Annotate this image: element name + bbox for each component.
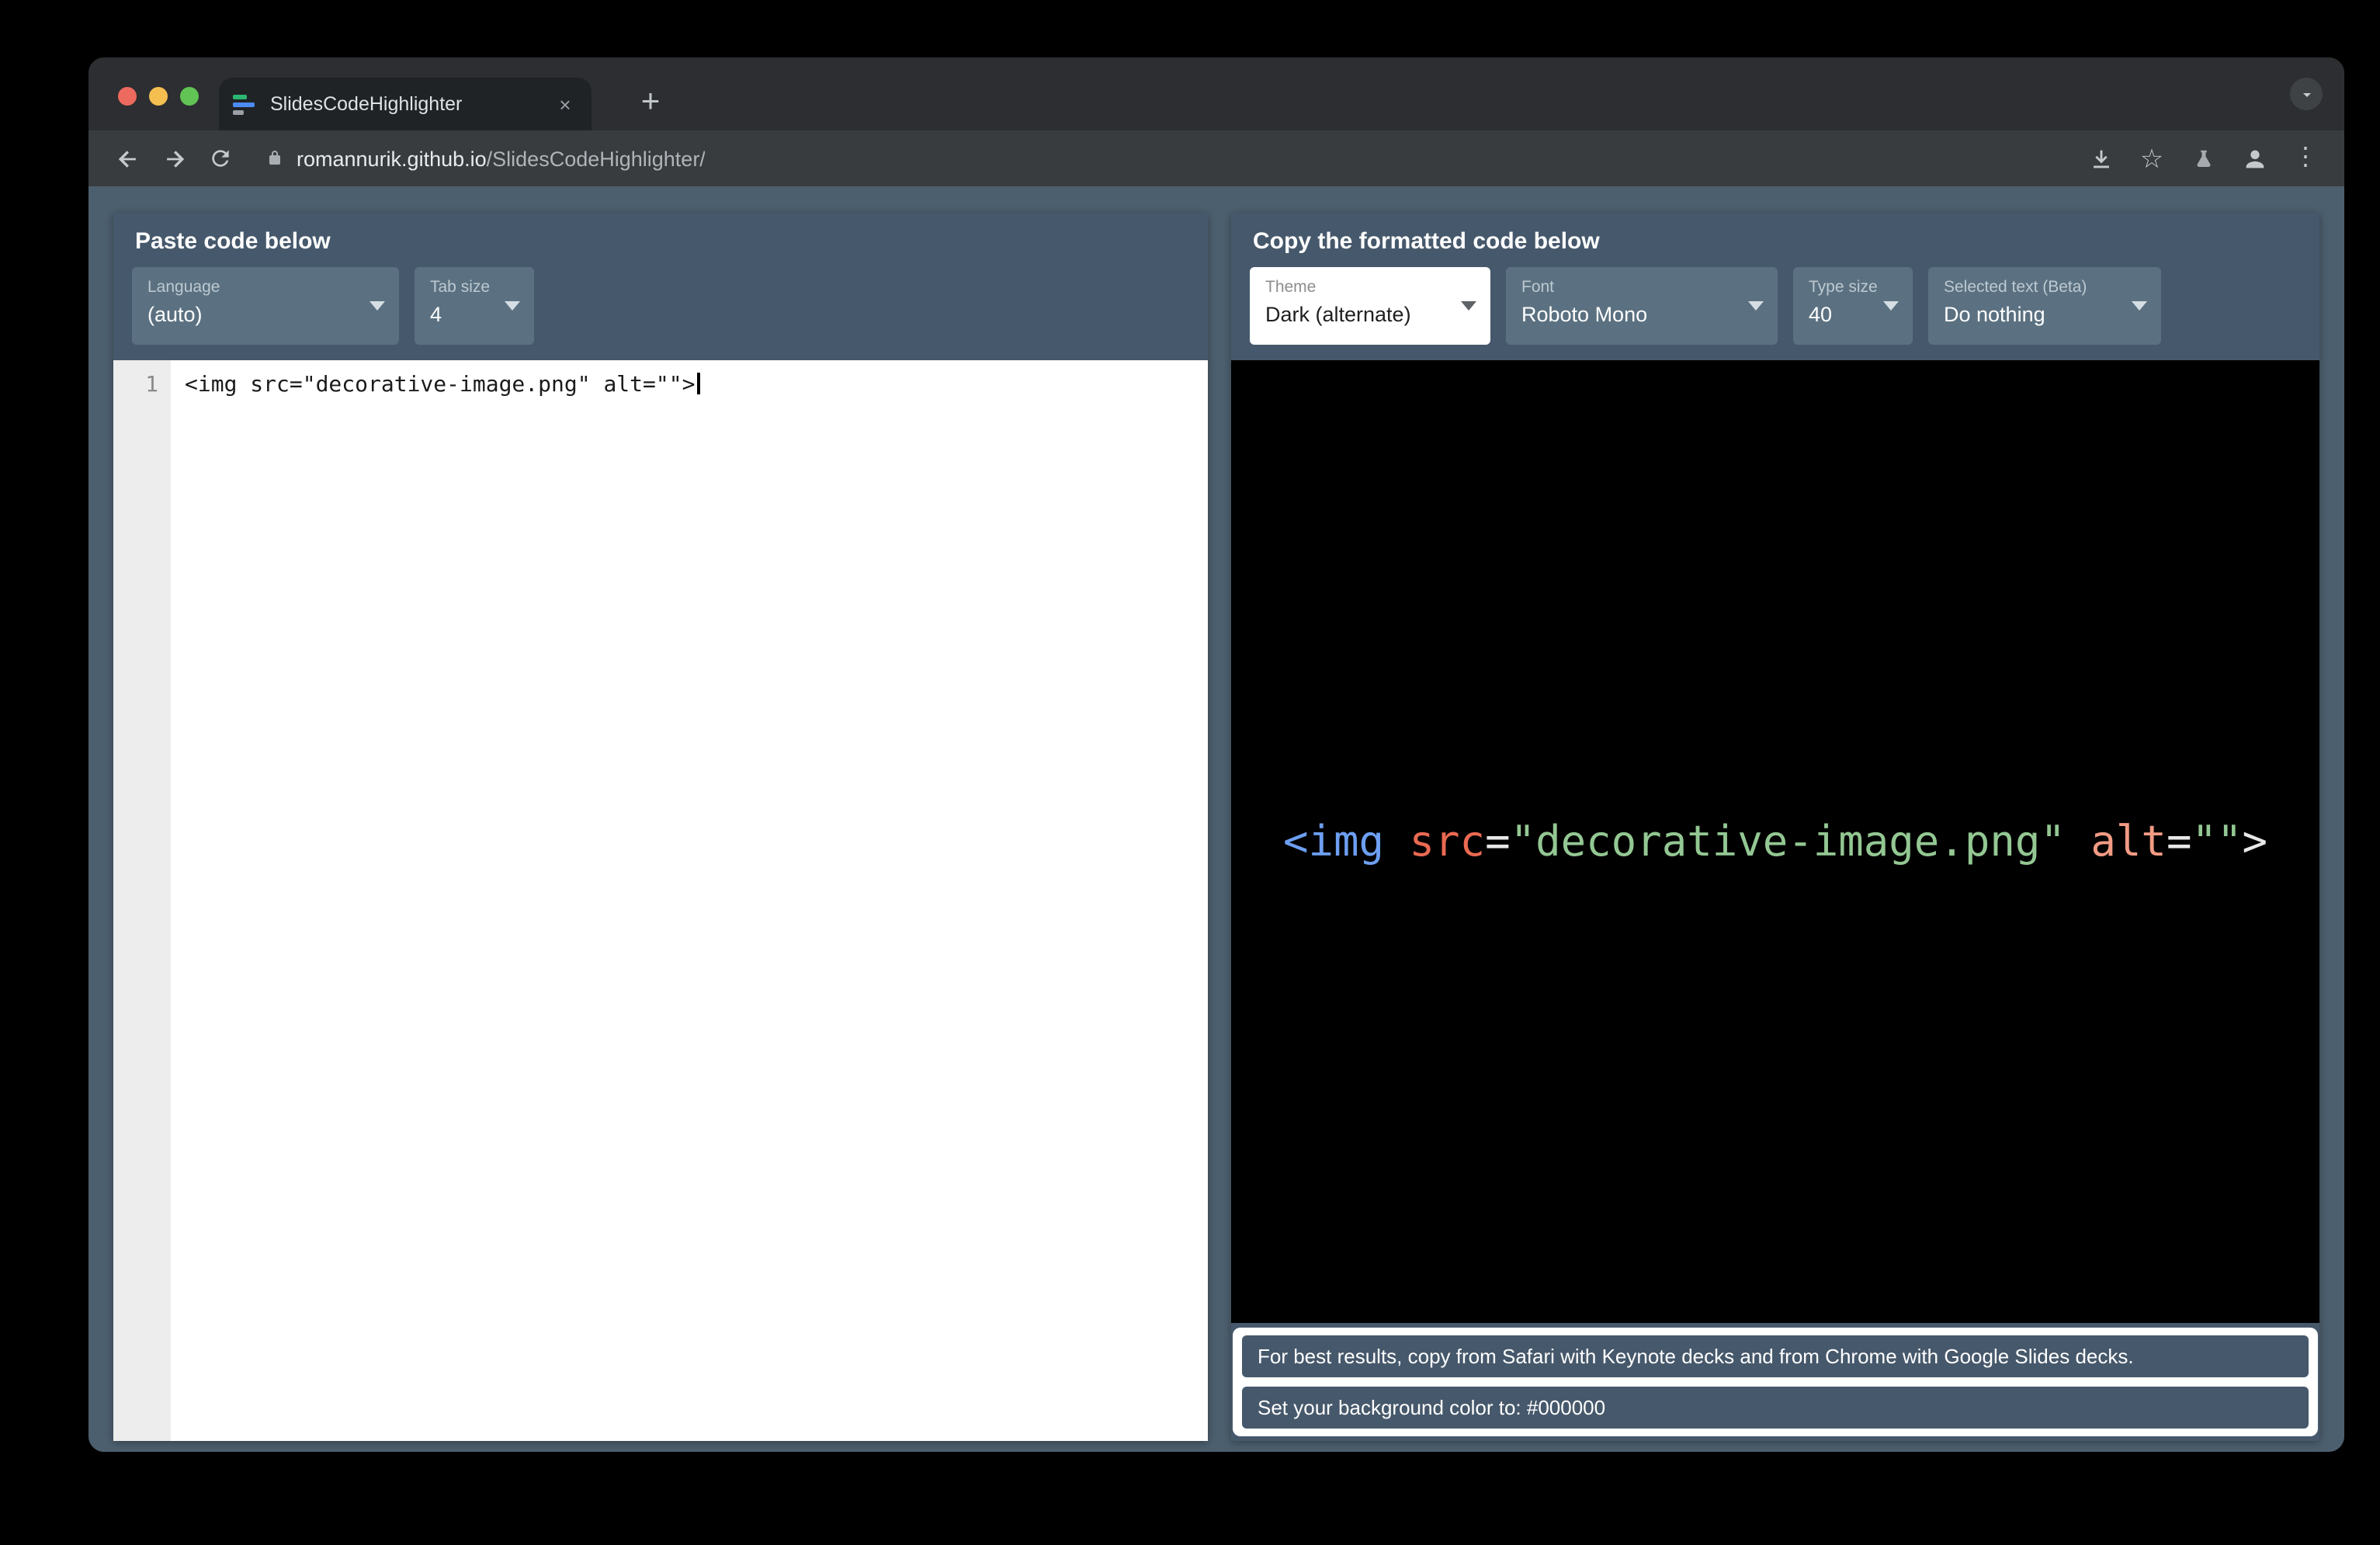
close-window-button[interactable] (118, 87, 137, 106)
window-controls (118, 87, 199, 106)
theme-label: Theme (1265, 278, 1317, 297)
extension-button[interactable] (2183, 138, 2223, 179)
code-token: > (2242, 818, 2268, 866)
profile-button[interactable] (2234, 138, 2274, 179)
address-bar[interactable]: romannurik.github.io/SlidesCodeHighlight… (265, 147, 2080, 170)
formatted-preview[interactable]: <img src="decorative-image.png" alt=""> (1231, 360, 2319, 1323)
url-path: /SlidesCodeHighlighter/ (486, 147, 706, 170)
chevron-down-icon (2302, 92, 2310, 96)
text-cursor (696, 373, 700, 394)
minimize-window-button[interactable] (149, 87, 168, 106)
new-tab-button[interactable]: + (629, 81, 672, 124)
tab-favicon (233, 92, 258, 116)
theme-value: Dark (alternate) (1265, 303, 1411, 326)
back-button[interactable] (107, 138, 147, 179)
messages-container: For best results, copy from Safari with … (1233, 1328, 2318, 1436)
code-token: <img (1282, 818, 1384, 866)
font-label: Font (1521, 278, 1555, 297)
reload-button[interactable] (200, 138, 241, 179)
forward-arrow-icon (166, 150, 184, 167)
code-token: "" (2191, 818, 2243, 866)
preview-code: <img src="decorative-image.png" alt=""> (1283, 818, 2267, 866)
url-text: romannurik.github.io/SlidesCodeHighlight… (297, 147, 706, 170)
person-icon (2245, 149, 2264, 168)
message-bar: Set your background color to: #000000 (1242, 1387, 2309, 1429)
code-token: "decorative-image.png" (1510, 818, 2066, 866)
editor-gutter: 1 (113, 360, 171, 1441)
reload-icon (212, 150, 229, 167)
editor-code-area[interactable]: <img src="decorative-image.png" alt=""> (171, 360, 700, 1441)
tab-search-button[interactable] (2290, 78, 2323, 110)
tab-size-select[interactable]: Tab size 4 (415, 267, 534, 345)
type-size-label: Type size (1809, 278, 1878, 297)
forward-button[interactable] (154, 138, 194, 179)
desktop: SlidesCodeHighlighter × + romannurik.git… (0, 0, 2380, 1545)
language-value: (auto) (147, 303, 203, 326)
theme-select[interactable]: Theme Dark (alternate) (1250, 267, 1490, 345)
lock-icon[interactable] (265, 149, 284, 168)
dropdown-caret-icon (1461, 301, 1476, 311)
paste-panel-title: Paste code below (135, 228, 331, 255)
code-token: = (1485, 818, 1511, 866)
font-select[interactable]: Font Roboto Mono (1506, 267, 1778, 345)
output-panel-title: Copy the formatted code below (1253, 228, 1600, 255)
tab-strip: SlidesCodeHighlighter × + (88, 57, 2344, 130)
output-options-row: Theme Dark (alternate) Font Roboto Mono … (1250, 267, 2301, 345)
tab-close-icon[interactable]: × (553, 92, 578, 116)
dropdown-caret-icon (2132, 301, 2147, 311)
page-content: Paste code below Language (auto) Tab siz… (88, 186, 2344, 1452)
paste-panel: Paste code below Language (auto) Tab siz… (113, 213, 1208, 1441)
dropdown-caret-icon (505, 301, 520, 311)
language-select[interactable]: Language (auto) (132, 267, 399, 345)
selected-text-label: Selected text (Beta) (1944, 278, 2087, 297)
menu-button[interactable]: ⋮ (2285, 138, 2326, 179)
code-token: = (2166, 818, 2192, 866)
dropdown-caret-icon (1748, 301, 1764, 311)
font-value: Roboto Mono (1521, 303, 1648, 326)
toolbar-actions: ☆ ⋮ (2080, 138, 2326, 179)
language-label: Language (147, 278, 220, 297)
paste-options-row: Language (auto) Tab size 4 (132, 267, 1189, 345)
tab-title: SlidesCodeHighlighter (270, 93, 463, 115)
tab-size-label: Tab size (430, 278, 491, 297)
dropdown-caret-icon (1883, 301, 1899, 311)
code-editor[interactable]: 1 <img src="decorative-image.png" alt=""… (113, 360, 1208, 1441)
url-domain: romannurik.github.io (297, 147, 487, 170)
download-icon (2093, 149, 2108, 168)
code-token: alt (2090, 818, 2167, 866)
browser-toolbar: romannurik.github.io/SlidesCodeHighlight… (88, 130, 2344, 186)
selected-text-value: Do nothing (1944, 303, 2045, 326)
zoom-window-button[interactable] (180, 87, 199, 106)
output-panel: Copy the formatted code below Theme Dark… (1231, 213, 2319, 1441)
editor-code-text: <img src="decorative-image.png" alt=""> (185, 373, 696, 398)
tab-size-value: 4 (430, 303, 442, 326)
type-size-value: 40 (1809, 303, 1833, 326)
code-token: src (1409, 818, 1486, 866)
back-arrow-icon (117, 150, 135, 167)
bookmark-button[interactable]: ☆ (2132, 138, 2172, 179)
browser-window: SlidesCodeHighlighter × + romannurik.git… (88, 57, 2344, 1452)
type-size-select[interactable]: Type size 40 (1793, 267, 1913, 345)
kebab-icon: ⋮ (2293, 144, 2318, 171)
browser-tab[interactable]: SlidesCodeHighlighter × (219, 78, 592, 130)
dropdown-caret-icon (369, 301, 385, 311)
selected-text-select[interactable]: Selected text (Beta) Do nothing (1928, 267, 2161, 345)
star-icon: ☆ (2139, 144, 2164, 173)
flask-icon (2196, 149, 2210, 167)
install-button[interactable] (2080, 138, 2121, 179)
line-number: 1 (145, 373, 158, 398)
message-bar: For best results, copy from Safari with … (1242, 1335, 2309, 1377)
